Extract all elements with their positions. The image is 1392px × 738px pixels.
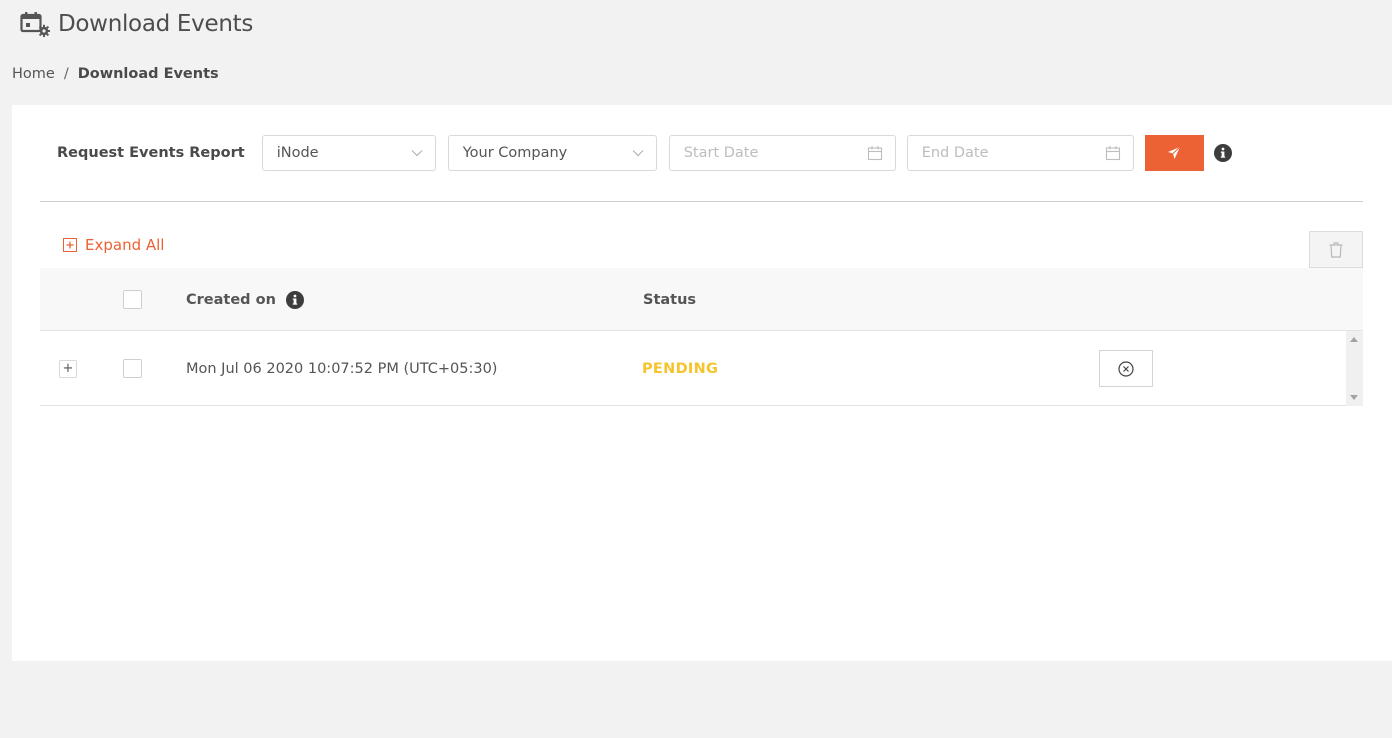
content-panel: Request Events Report iNode Your Company… [12, 105, 1392, 661]
row-expand-button[interactable]: + [59, 359, 77, 378]
status-badge: PENDING [642, 360, 719, 377]
end-date-input[interactable]: End Date [906, 135, 1134, 171]
plus-square-icon [63, 238, 77, 252]
row-expand-cell: + [59, 331, 77, 406]
delete-button[interactable] [1309, 231, 1363, 268]
node-select-value: iNode [276, 145, 319, 161]
row-checkbox[interactable] [123, 359, 142, 378]
created-on-header-label: Created on [186, 291, 276, 308]
breadcrumb-current: Download Events [77, 66, 219, 82]
table-scrollbar[interactable] [1346, 331, 1363, 406]
expand-all-label: Expand All [85, 236, 165, 254]
chevron-down-icon [411, 147, 423, 159]
table-row: + Mon Jul 06 2020 10:07:52 PM (UTC+05:30… [40, 331, 1363, 406]
chevron-down-icon [632, 147, 644, 159]
paper-plane-icon [1167, 146, 1181, 160]
created-on-value: Mon Jul 06 2020 10:07:52 PM (UTC+05:30) [186, 360, 498, 377]
company-select[interactable]: Your Company [447, 135, 657, 171]
page-title: Download Events [58, 11, 254, 37]
calendar-icon [1105, 145, 1121, 161]
cancel-request-button[interactable] [1099, 350, 1153, 387]
calendar-icon [867, 145, 883, 161]
column-header-created-on[interactable]: Created on [186, 268, 304, 331]
events-table: Created on Status + Mon Jul 06 2020 10:0… [40, 268, 1363, 406]
scroll-down-arrow-icon[interactable] [1350, 395, 1358, 400]
start-date-input[interactable]: Start Date [668, 135, 896, 171]
send-request-button[interactable] [1144, 135, 1204, 171]
section-divider [40, 201, 1363, 202]
trash-icon [1329, 241, 1343, 258]
expand-all-button[interactable]: Expand All [63, 236, 164, 254]
breadcrumb: Home / Download Events [12, 66, 219, 82]
scroll-up-arrow-icon[interactable] [1350, 337, 1358, 342]
start-date-placeholder: Start Date [683, 145, 759, 161]
select-all-checkbox[interactable] [123, 290, 142, 309]
select-all-cell [123, 268, 142, 331]
row-select-cell [123, 331, 142, 406]
column-header-status[interactable]: Status [643, 268, 696, 331]
table-header: Created on Status [40, 268, 1363, 331]
end-date-placeholder: End Date [921, 145, 989, 161]
created-on-cell: Mon Jul 06 2020 10:07:52 PM (UTC+05:30) [186, 331, 497, 406]
company-select-value: Your Company [462, 145, 568, 161]
info-circle-icon[interactable] [285, 290, 304, 309]
action-cell [1099, 331, 1153, 406]
page-header: Download Events [20, 8, 253, 40]
breadcrumb-separator: / [63, 66, 69, 82]
breadcrumb-home[interactable]: Home [12, 66, 55, 82]
status-cell: PENDING [642, 331, 718, 406]
calendar-gear-icon [20, 11, 50, 37]
node-select[interactable]: iNode [261, 135, 436, 171]
request-report-label: Request Events Report [57, 145, 245, 161]
info-circle-icon[interactable] [1213, 144, 1232, 162]
status-header-label: Status [643, 291, 697, 308]
cancel-circle-icon [1118, 360, 1134, 377]
request-report-form: Request Events Report iNode Your Company… [57, 135, 1232, 171]
